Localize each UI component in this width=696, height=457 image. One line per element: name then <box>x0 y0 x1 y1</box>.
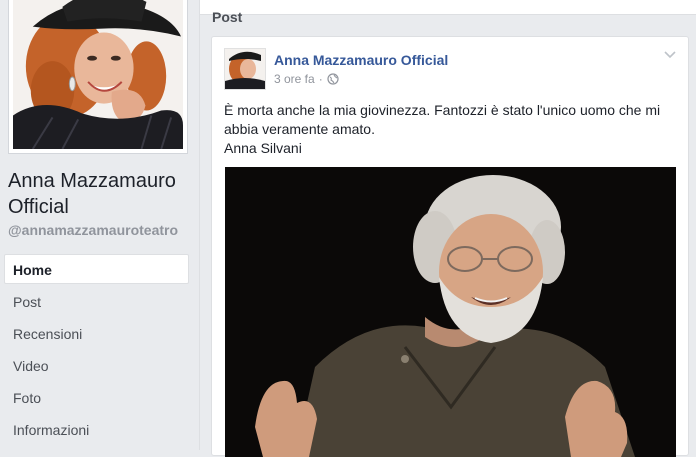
post-author-avatar[interactable] <box>224 48 266 90</box>
nav-item-video[interactable]: Video <box>4 350 189 380</box>
section-heading: Post <box>212 9 243 25</box>
meta-separator: · <box>318 72 323 86</box>
avatar-image <box>225 49 265 89</box>
page-title[interactable]: Anna Mazzamauro Official <box>8 168 196 220</box>
photo-image <box>225 167 676 457</box>
page-username[interactable]: @annamazzamauroteatro <box>8 222 178 238</box>
chevron-down-icon[interactable] <box>664 51 676 59</box>
nav-item-home[interactable]: Home <box>4 254 189 284</box>
post-photo[interactable] <box>225 167 676 457</box>
page-nav: Home Post Recensioni Video Foto Informaz… <box>4 254 189 446</box>
nav-item-post[interactable]: Post <box>4 286 189 316</box>
profile-photo <box>13 0 183 149</box>
post-message: È morta anche la mia giovinezza. Fantozz… <box>224 101 674 158</box>
profile-picture[interactable] <box>8 0 188 154</box>
globe-icon[interactable] <box>327 73 339 85</box>
post-timestamp[interactable]: 3 ore fa <box>274 72 315 86</box>
nav-item-informazioni[interactable]: Informazioni <box>4 414 189 444</box>
post-card: Anna Mazzamauro Official 3 ore fa · È mo… <box>211 36 689 457</box>
nav-item-recensioni[interactable]: Recensioni <box>4 318 189 348</box>
left-column: Anna Mazzamauro Official @annamazzamauro… <box>0 0 200 450</box>
post-text-line: È morta anche la mia giovinezza. Fantozz… <box>224 102 661 137</box>
column-divider <box>199 0 200 450</box>
post-author-name[interactable]: Anna Mazzamauro Official <box>274 52 448 68</box>
previous-card-bottom <box>200 0 696 15</box>
post-text-signature: Anna Silvani <box>224 140 302 156</box>
nav-item-foto[interactable]: Foto <box>4 382 189 412</box>
post-meta: 3 ore fa · <box>274 72 339 86</box>
